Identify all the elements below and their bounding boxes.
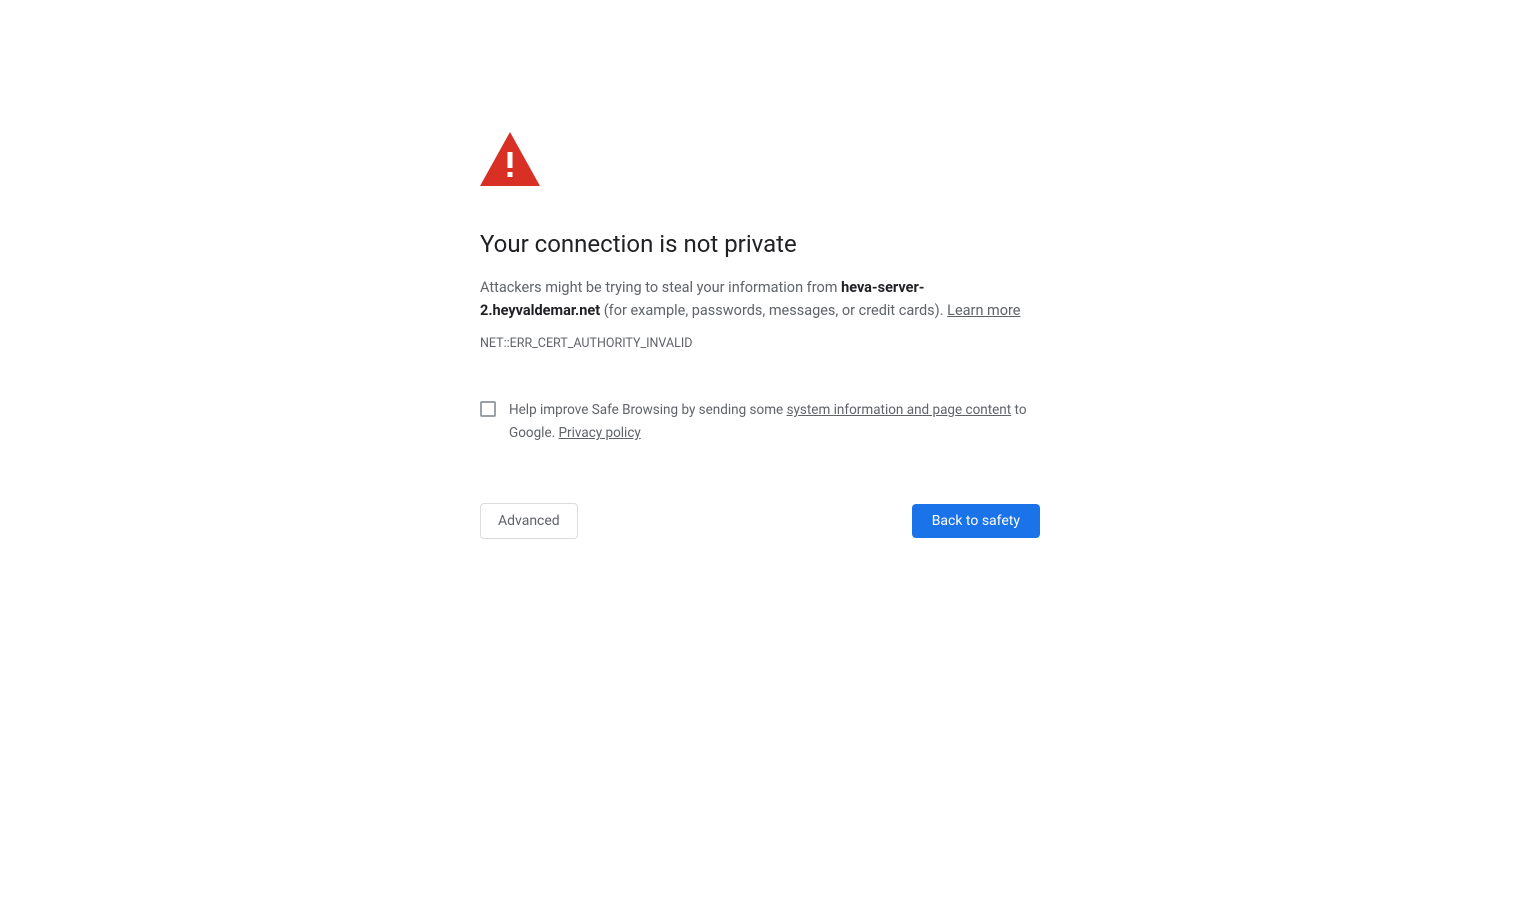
learn-more-link[interactable]: Learn more <box>947 302 1020 319</box>
warning-description: Attackers might be trying to steal your … <box>480 276 1040 322</box>
optin-row: Help improve Safe Browsing by sending so… <box>480 399 1040 445</box>
button-row: Advanced Back to safety <box>480 503 1040 539</box>
description-suffix: (for example, passwords, messages, or cr… <box>600 302 947 319</box>
optin-label: Help improve Safe Browsing by sending so… <box>509 399 1040 445</box>
optin-prefix: Help improve Safe Browsing by sending so… <box>509 402 787 418</box>
error-code: NET::ERR_CERT_AUTHORITY_INVALID <box>480 336 1040 351</box>
warning-triangle-icon <box>480 132 1040 190</box>
description-prefix: Attackers might be trying to steal your … <box>480 279 841 296</box>
privacy-policy-link[interactable]: Privacy policy <box>559 425 641 441</box>
system-info-link[interactable]: system information and page content <box>787 402 1012 418</box>
optin-checkbox[interactable] <box>480 401 496 417</box>
page-title: Your connection is not private <box>480 230 1040 258</box>
advanced-button[interactable]: Advanced <box>480 503 578 539</box>
back-to-safety-button[interactable]: Back to safety <box>912 504 1040 538</box>
ssl-error-interstitial: Your connection is not private Attackers… <box>480 0 1040 539</box>
